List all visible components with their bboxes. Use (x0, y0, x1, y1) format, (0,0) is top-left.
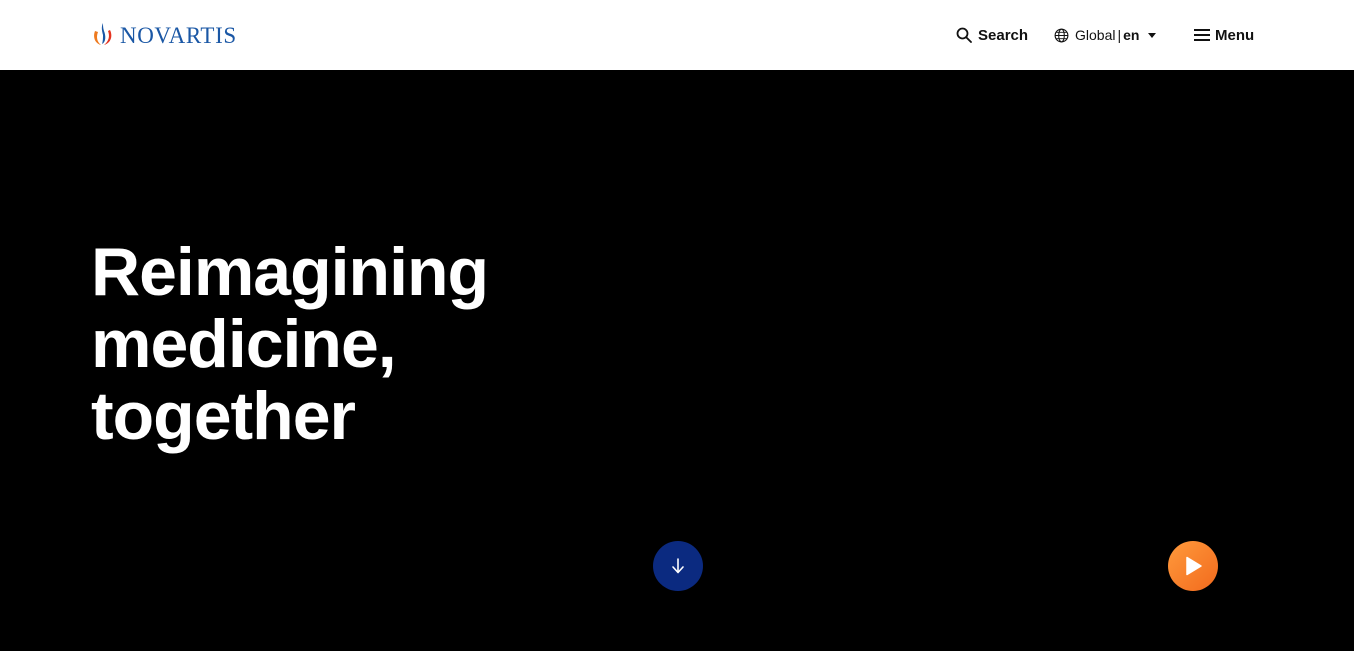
site-header: NOVARTIS Search Global | en Menu (0, 0, 1354, 70)
language-code: en (1123, 27, 1140, 43)
hero-headline-line-1: Reimagining (91, 234, 489, 310)
globe-icon (1054, 28, 1069, 42)
language-region: Global (1075, 27, 1116, 43)
play-video-button[interactable] (1168, 541, 1218, 591)
language-selector[interactable]: Global | en (1054, 24, 1157, 46)
search-button[interactable]: Search (956, 24, 1028, 46)
novartis-wordmark: NOVARTIS (120, 23, 237, 48)
novartis-flame-icon (94, 23, 112, 45)
caret-down-icon (1148, 33, 1157, 38)
page-scrollbar[interactable] (1354, 0, 1366, 651)
menu-label: Menu (1215, 26, 1255, 44)
search-label: Search (978, 26, 1029, 44)
menu-button[interactable]: Menu (1194, 24, 1254, 46)
hero-headline-line-3: together (91, 378, 356, 454)
play-icon (1186, 556, 1202, 576)
hero-headline: Reimagining medicine, together (91, 236, 651, 452)
hero-headline-line-2: medicine, (91, 306, 397, 382)
search-icon (956, 27, 972, 43)
page: NOVARTIS Search Global | en Menu Reimagi… (0, 0, 1366, 651)
hero-section: Reimagining medicine, together (0, 70, 1354, 651)
scroll-down-button[interactable] (653, 541, 703, 591)
arrow-down-icon (672, 558, 684, 574)
hamburger-icon (1194, 29, 1210, 41)
language-separator: | (1117, 27, 1122, 43)
novartis-logo[interactable]: NOVARTIS (91, 20, 237, 48)
